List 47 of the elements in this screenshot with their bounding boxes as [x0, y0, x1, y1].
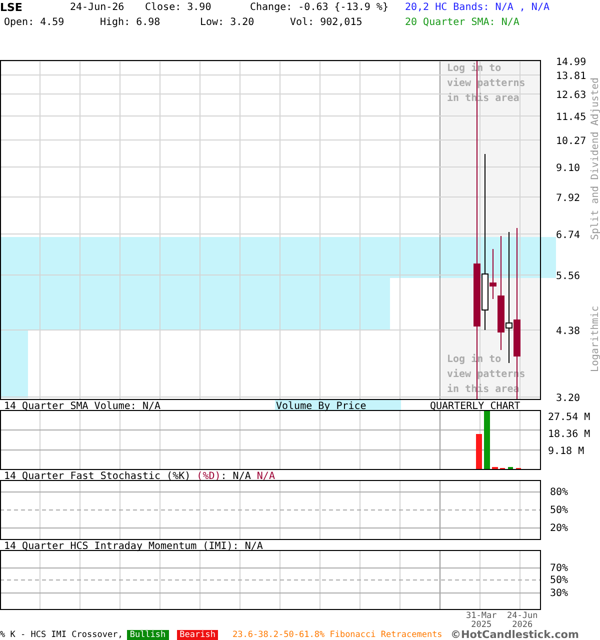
axis-label: 70%	[550, 563, 568, 574]
price-axis-label: 11.45	[556, 112, 586, 123]
axis-label: 20%	[550, 523, 568, 534]
volume-bar	[484, 410, 490, 470]
axis-label: 27.54 M	[548, 412, 590, 423]
sma-legend: 20 Quarter SMA: N/A	[405, 17, 520, 28]
price-axis-label: 10.27	[556, 136, 586, 147]
price-axis-label: 9.10	[556, 163, 580, 174]
bullish-tag: Bullish	[126, 630, 169, 640]
quote-date: 24-Jun-26	[70, 2, 126, 13]
open-price: Open: 4.59	[3, 17, 66, 28]
price-axis-label: 5.56	[556, 271, 580, 282]
price-axis-label: 7.92	[556, 193, 580, 204]
close-price: Close: 3.90	[145, 2, 212, 13]
volume-bar	[508, 467, 513, 470]
axis-label: 80%	[550, 487, 568, 498]
crossover-legend: % K - HCS IMI Crossover,	[0, 630, 123, 640]
low-price: Low: 3.20	[200, 17, 256, 28]
price-axis-label: 12.63	[556, 90, 586, 101]
volume-value: Vol: 902,015	[290, 17, 364, 28]
date-axis-label: 24-Jun 2026	[507, 612, 538, 630]
chart-period-label: QUARTERLY CHART	[430, 401, 520, 412]
price-axis-label: 13.81	[556, 71, 586, 82]
volume-bar	[492, 467, 498, 470]
price-axis-label: 14.99	[556, 57, 586, 68]
date-axis-label: 31-Mar 2025	[466, 612, 497, 630]
axis-label: 18.36 M	[548, 429, 590, 440]
price-axis-label: 3.20	[556, 393, 580, 404]
axis-label: 50%	[550, 505, 568, 516]
axis-label: 9.18 M	[548, 446, 584, 457]
chart-side-label: Split and Dividend Adjusted	[590, 77, 600, 240]
axis-label: 50%	[550, 575, 568, 586]
panel-title: 14 Quarter SMA Volume: N/A	[4, 401, 161, 412]
bearish-tag: Bearish	[176, 630, 218, 640]
chart-side-label: Logarithmic	[590, 306, 600, 372]
axis-label: 30%	[550, 588, 568, 599]
panel-title: 14 Quarter Fast Stochastic (%K) (%D): N/A N/A	[4, 471, 275, 482]
ticker-symbol: LSE	[0, 1, 24, 14]
price-axis-label: 6.74	[556, 230, 580, 241]
panel-title: 14 Quarter HCS Intraday Momentum (IMI): N/A	[4, 541, 263, 552]
price-axis-label: 4.38	[556, 326, 580, 337]
bands-legend: 20,2 HC Bands: N/A , N/A	[405, 2, 550, 13]
fibonacci-legend: 23.6-38.2-50-61.8% Fibonacci Retracements	[232, 630, 450, 640]
high-price: High: 6.98	[100, 17, 162, 28]
volume-bar	[476, 434, 482, 470]
site-brand: ©HotCandlestick.com	[450, 628, 579, 640]
price-change: Change: -0.63 {-13.9 %}	[250, 2, 390, 13]
